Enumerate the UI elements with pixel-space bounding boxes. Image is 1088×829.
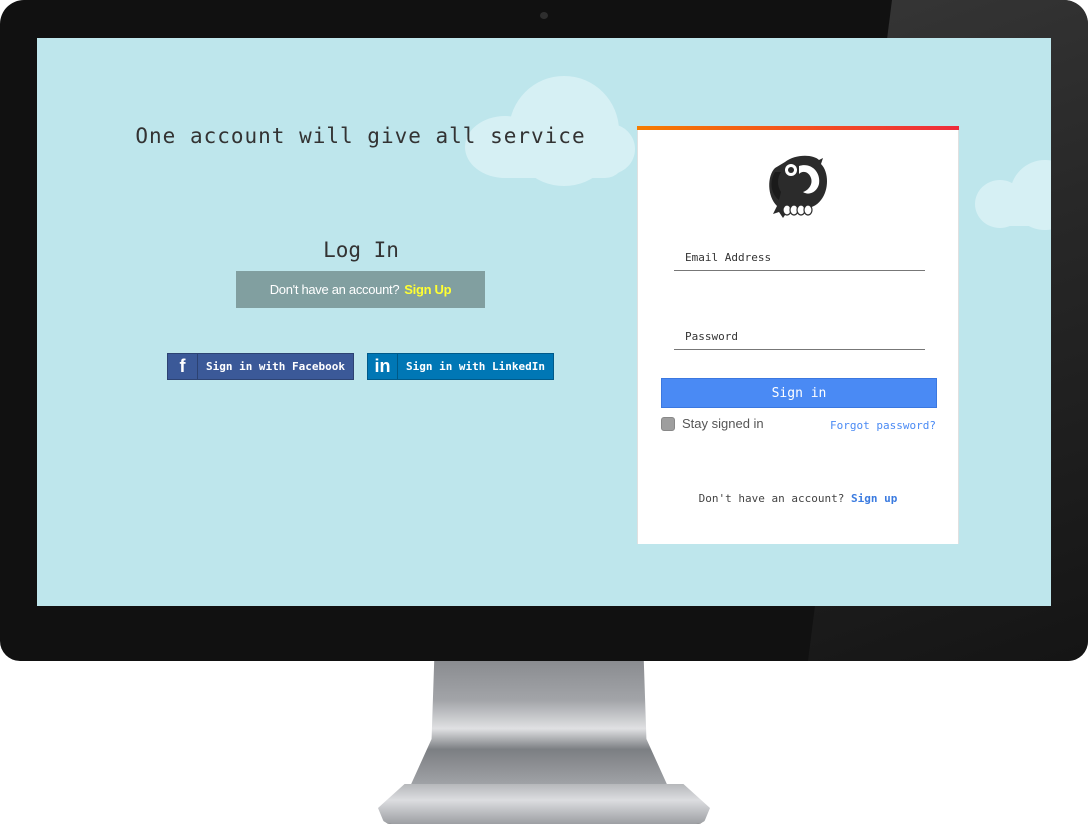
footer-prompt: Don't have an account? <box>698 492 845 505</box>
login-card: Email Address Password Sign in Stay sign… <box>637 126 959 544</box>
facebook-signin-label: Sign in with Facebook <box>205 360 346 373</box>
signup-banner: Don't have an account? Sign Up <box>236 271 485 308</box>
linkedin-icon: in <box>368 354 398 379</box>
parrot-logo-icon <box>769 155 827 218</box>
linkedin-signin-button[interactable]: in Sign in with LinkedIn <box>367 353 554 380</box>
signup-link[interactable]: Sign Up <box>404 282 451 297</box>
cloud-decoration <box>975 160 1051 230</box>
password-field[interactable]: Password <box>674 324 925 350</box>
forgot-password-link[interactable]: Forgot password? <box>830 419 936 432</box>
monitor-stand-base <box>378 784 710 824</box>
stay-signed-in-checkbox[interactable] <box>661 416 675 431</box>
signup-prompt: Don't have an account? <box>269 282 400 297</box>
tagline: One account will give all service <box>135 124 586 148</box>
card-accent-bar <box>637 126 959 130</box>
footer-signup-link[interactable]: Sign up <box>851 492 897 505</box>
facebook-icon: f <box>168 354 198 379</box>
email-placeholder: Email Address <box>685 251 772 264</box>
facebook-signin-button[interactable]: f Sign in with Facebook <box>167 353 354 380</box>
screen: One account will give all service Log In… <box>37 38 1051 606</box>
password-placeholder: Password <box>685 330 738 343</box>
signin-button[interactable]: Sign in <box>661 378 937 408</box>
login-title: Log In <box>323 238 399 262</box>
camera-icon <box>540 12 548 19</box>
linkedin-signin-label: Sign in with LinkedIn <box>405 360 546 373</box>
stay-signed-in-label: Stay signed in <box>682 416 764 431</box>
stay-signed-in[interactable]: Stay signed in <box>661 416 764 431</box>
email-field[interactable]: Email Address <box>674 245 925 271</box>
monitor-stand-neck <box>408 661 670 791</box>
monitor-bezel: One account will give all service Log In… <box>0 0 1088 661</box>
card-footer: Don't have an account? Sign up <box>638 492 958 505</box>
